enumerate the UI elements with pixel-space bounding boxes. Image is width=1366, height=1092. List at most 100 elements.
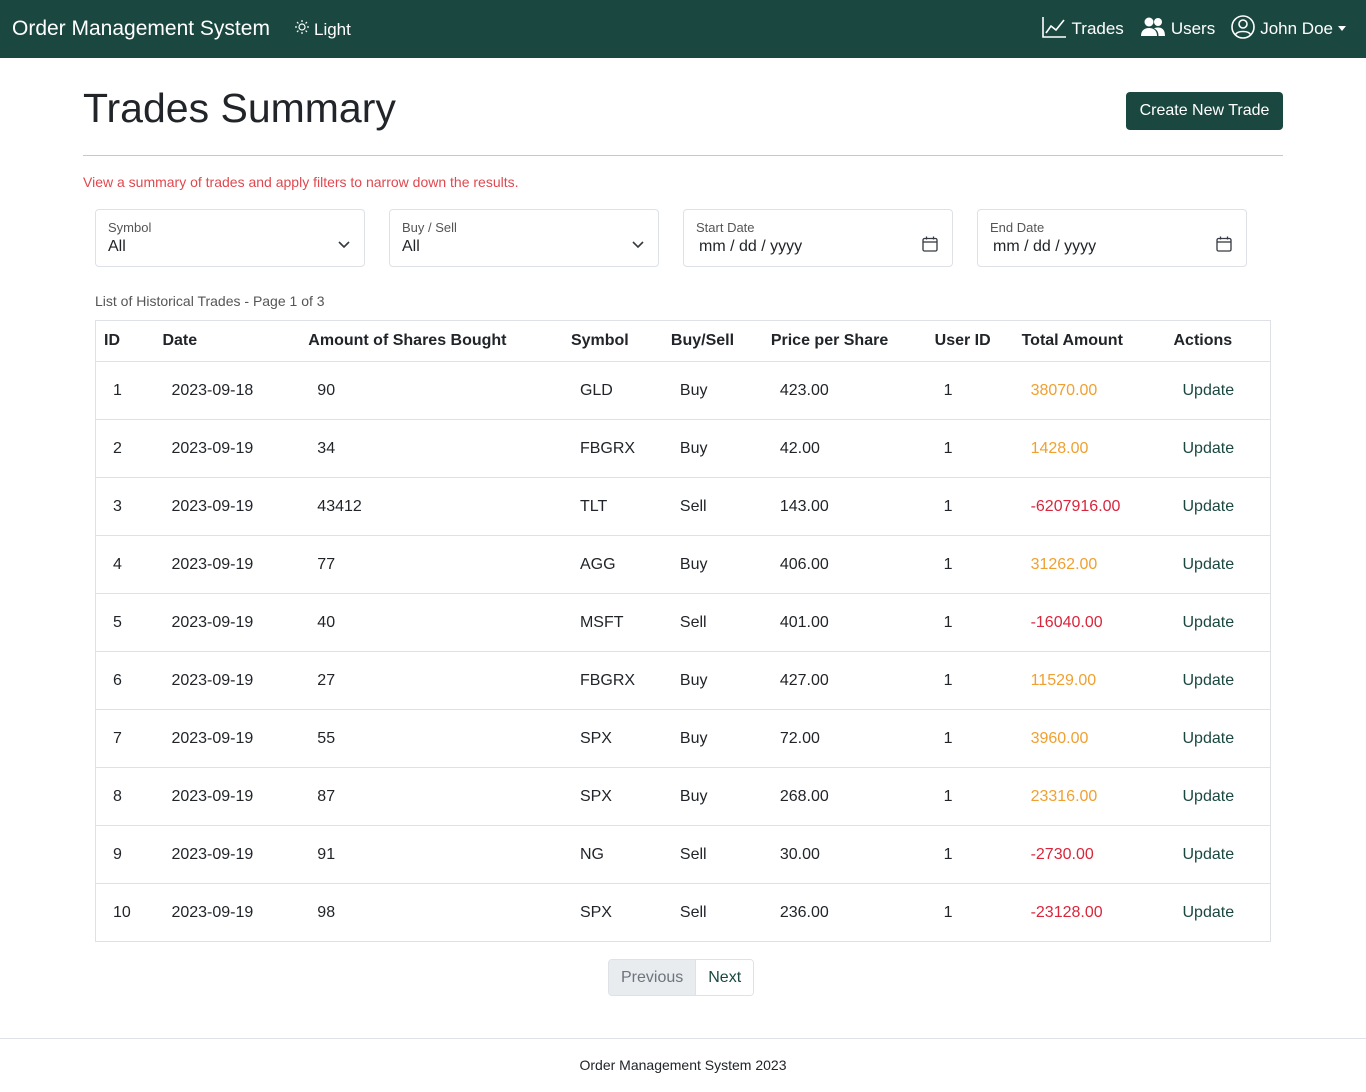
cell-total: 23316.00	[1013, 767, 1166, 826]
cell-total: 1428.00	[1013, 419, 1166, 478]
cell-symbol: SPX	[562, 767, 663, 826]
update-link[interactable]: Update	[1165, 419, 1271, 478]
create-new-trade-button[interactable]: Create New Trade	[1126, 92, 1283, 130]
update-link[interactable]: Update	[1165, 767, 1271, 826]
nav-trades-label: Trades	[1071, 19, 1124, 38]
user-circle-icon	[1231, 14, 1260, 44]
cell-shares: 40	[300, 593, 563, 652]
cell-id: 9	[95, 825, 155, 884]
cell-id: 7	[95, 709, 155, 768]
cell-date: 2023-09-18	[154, 361, 301, 420]
cell-date: 2023-09-19	[154, 767, 301, 826]
col-header-shares: Amount of Shares Bought	[300, 320, 563, 362]
nav-trades-link[interactable]: Trades	[1041, 15, 1124, 44]
symbol-filter-select[interactable]: Symbol All	[95, 209, 365, 267]
cell-id: 4	[95, 535, 155, 594]
cell-side: Buy	[662, 361, 763, 420]
top-navbar: Order Management System Light Trades Use…	[0, 0, 1366, 58]
end-date-value: mm / dd / yyyy	[993, 238, 1097, 255]
cell-id: 10	[95, 883, 155, 942]
col-header-total: Total Amount	[1013, 320, 1166, 362]
cell-symbol: SPX	[562, 709, 663, 768]
brand-title[interactable]: Order Management System	[12, 16, 270, 42]
users-icon	[1140, 16, 1171, 43]
buy-sell-filter-select[interactable]: Buy / Sell All	[389, 209, 659, 267]
nav-users-label: Users	[1170, 19, 1216, 38]
theme-toggle[interactable]: Light	[294, 19, 351, 40]
cell-date: 2023-09-19	[154, 825, 301, 884]
update-link[interactable]: Update	[1165, 883, 1271, 942]
calendar-icon[interactable]	[922, 236, 938, 257]
caret-down-icon	[1338, 25, 1346, 31]
cell-price: 268.00	[762, 767, 927, 826]
cell-symbol: TLT	[562, 477, 663, 536]
buy-sell-filter-value: All	[402, 238, 420, 255]
start-date-input[interactable]: Start Date mm / dd / yyyy	[683, 209, 953, 267]
cell-side: Buy	[662, 535, 763, 594]
symbol-filter-label: Symbol	[108, 220, 152, 235]
cell-total: 31262.00	[1013, 535, 1166, 594]
cell-user-id: 1	[926, 883, 1014, 942]
cell-user-id: 1	[926, 477, 1014, 536]
cell-total: -6207916.00	[1013, 477, 1166, 536]
cell-price: 72.00	[762, 709, 927, 768]
profile-dropdown[interactable]: John Doe	[1231, 14, 1346, 44]
theme-label: Light	[314, 19, 351, 39]
nav-users-link[interactable]: Users	[1140, 16, 1215, 43]
cell-side: Buy	[662, 709, 763, 768]
cell-price: 401.00	[762, 593, 927, 652]
cell-shares: 27	[300, 651, 563, 710]
pagination: Previous Next	[608, 959, 755, 996]
cell-date: 2023-09-19	[154, 883, 301, 942]
cell-symbol: NG	[562, 825, 663, 884]
cell-user-id: 1	[926, 361, 1014, 420]
cell-id: 8	[95, 767, 155, 826]
previous-page-button[interactable]: Previous	[609, 960, 697, 995]
update-link[interactable]: Update	[1165, 593, 1271, 652]
chevron-down-icon	[632, 236, 644, 254]
cell-user-id: 1	[926, 825, 1014, 884]
cell-id: 2	[95, 419, 155, 478]
col-header-buy-sell: Buy/Sell	[662, 320, 763, 362]
update-link[interactable]: Update	[1165, 709, 1271, 768]
col-header-id: ID	[95, 320, 155, 362]
cell-date: 2023-09-19	[154, 535, 301, 594]
calendar-icon[interactable]	[1216, 236, 1232, 257]
cell-total: -16040.00	[1013, 593, 1166, 652]
cell-total: 11529.00	[1013, 651, 1166, 710]
cell-symbol: SPX	[562, 883, 663, 942]
table-row: 1 2023-09-18 90 GLD Buy 423.00 1 38070.0…	[95, 361, 1271, 420]
table-row: 9 2023-09-19 91 NG Sell 30.00 1 -2730.00…	[95, 825, 1271, 884]
cell-date: 2023-09-19	[154, 709, 301, 768]
update-link[interactable]: Update	[1165, 535, 1271, 594]
chevron-down-icon	[338, 236, 350, 254]
cell-id: 5	[95, 593, 155, 652]
end-date-input[interactable]: End Date mm / dd / yyyy	[977, 209, 1247, 267]
cell-total: 3960.00	[1013, 709, 1166, 768]
col-header-symbol: Symbol	[562, 320, 663, 362]
cell-price: 423.00	[762, 361, 927, 420]
cell-id: 3	[95, 477, 155, 536]
cell-side: Sell	[662, 477, 763, 536]
update-link[interactable]: Update	[1165, 825, 1271, 884]
cell-symbol: GLD	[562, 361, 663, 420]
table-row: 10 2023-09-19 98 SPX Sell 236.00 1 -2312…	[95, 883, 1271, 942]
cell-side: Buy	[662, 419, 763, 478]
cell-total: -23128.00	[1013, 883, 1166, 942]
header-divider	[83, 155, 1283, 156]
table-row: 8 2023-09-19 87 SPX Buy 268.00 1 23316.0…	[95, 767, 1271, 826]
cell-date: 2023-09-19	[154, 593, 301, 652]
update-link[interactable]: Update	[1165, 361, 1271, 420]
table-header-row: ID Date Amount of Shares Bought Symbol B…	[95, 320, 1271, 362]
cell-symbol: MSFT	[562, 593, 663, 652]
table-row: 2 2023-09-19 34 FBGRX Buy 42.00 1 1428.0…	[95, 419, 1271, 478]
table-row: 3 2023-09-19 43412 TLT Sell 143.00 1 -62…	[95, 477, 1271, 536]
table-caption: List of Historical Trades - Page 1 of 3	[95, 293, 325, 309]
update-link[interactable]: Update	[1165, 477, 1271, 536]
table-row: 7 2023-09-19 55 SPX Buy 72.00 1 3960.00 …	[95, 709, 1271, 768]
update-link[interactable]: Update	[1165, 651, 1271, 710]
next-page-button[interactable]: Next	[696, 960, 754, 995]
start-date-value: mm / dd / yyyy	[699, 238, 803, 255]
cell-side: Sell	[662, 883, 763, 942]
cell-id: 1	[95, 361, 155, 420]
